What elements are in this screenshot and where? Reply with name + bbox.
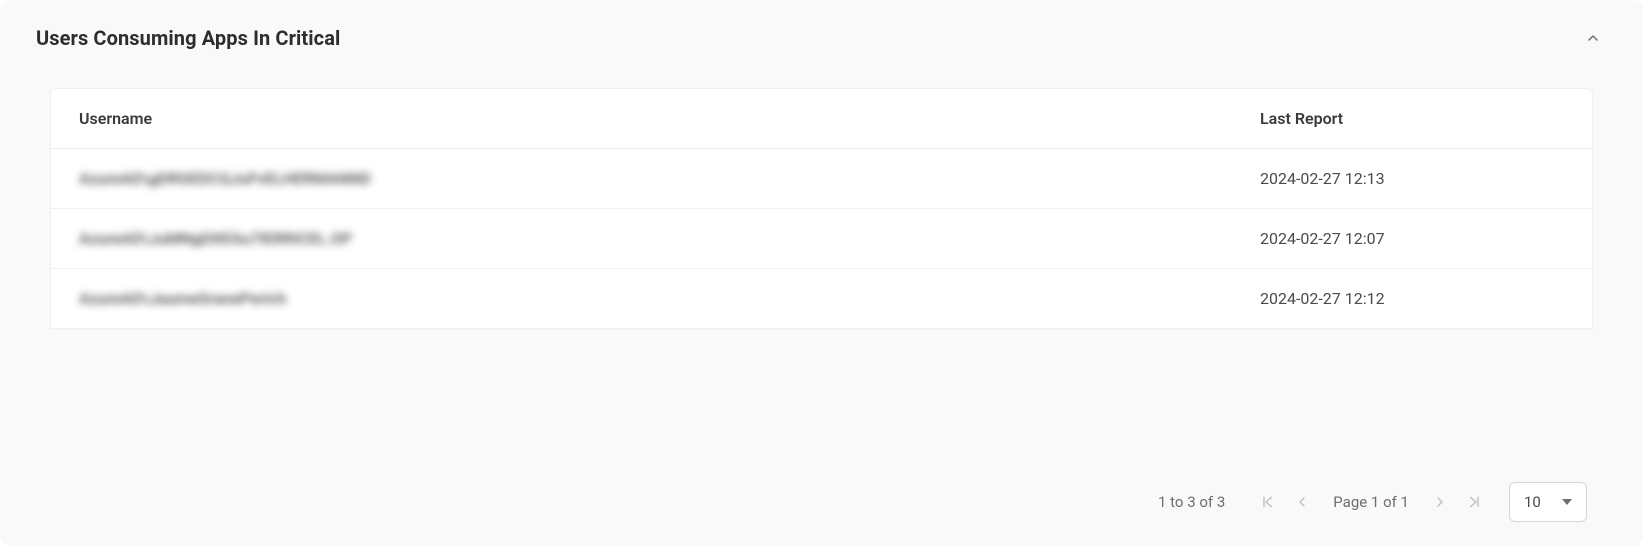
column-header-last-report[interactable]: Last Report [1232,89,1592,148]
cell-last-report: 2024-02-27 12:07 [1232,209,1592,268]
table-row[interactable]: AzureAD\JaumeGranePerich 2024-02-27 12:1… [51,269,1592,328]
users-table: Username Last Report AzureAD\gDRGEDCQJuF… [50,88,1593,329]
chevron-up-icon [1585,30,1601,46]
table-row[interactable]: AzureAD\gDRGEDCQJuFvELHERMANND 2024-02-2… [51,149,1592,209]
table-row[interactable]: AzureAD\JuMNgDXEGu7IERRICEL.OP 2024-02-2… [51,209,1592,269]
table-header-row: Username Last Report [51,89,1592,149]
caret-down-icon [1562,499,1572,505]
cell-username: AzureAD\gDRGEDCQJuFvELHERMANND [79,169,371,188]
collapse-toggle[interactable] [1579,24,1607,52]
cell-username: AzureAD\JuMNgDXEGu7IERRICEL.OP [79,229,352,248]
pager: 1 to 3 of 3 Page 1 of 1 [50,462,1593,528]
page-size-select[interactable]: 10 [1509,482,1587,522]
last-page-button[interactable] [1463,491,1485,513]
next-page-button[interactable] [1429,491,1451,513]
column-header-username[interactable]: Username [51,89,1232,148]
prev-page-button[interactable] [1291,491,1313,513]
content-area: Username Last Report AzureAD\gDRGEDCQJuF… [50,88,1593,528]
cell-last-report: 2024-02-27 12:12 [1232,269,1592,328]
first-page-button[interactable] [1257,491,1279,513]
last-page-icon [1466,494,1482,510]
panel-users-critical: Users Consuming Apps In Critical Usernam… [0,0,1643,546]
chevron-left-icon [1294,494,1310,510]
cell-username: AzureAD\JaumeGranePerich [79,289,286,308]
pager-range: 1 to 3 of 3 [1150,493,1233,511]
page-size-value: 10 [1524,493,1541,511]
first-page-icon [1260,494,1276,510]
panel-title: Users Consuming Apps In Critical [36,26,340,50]
chevron-right-icon [1432,494,1448,510]
pager-page-indicator: Page 1 of 1 [1325,493,1417,511]
panel-header: Users Consuming Apps In Critical [18,12,1625,66]
cell-last-report: 2024-02-27 12:13 [1232,149,1592,208]
pager-controls: Page 1 of 1 [1257,491,1485,513]
